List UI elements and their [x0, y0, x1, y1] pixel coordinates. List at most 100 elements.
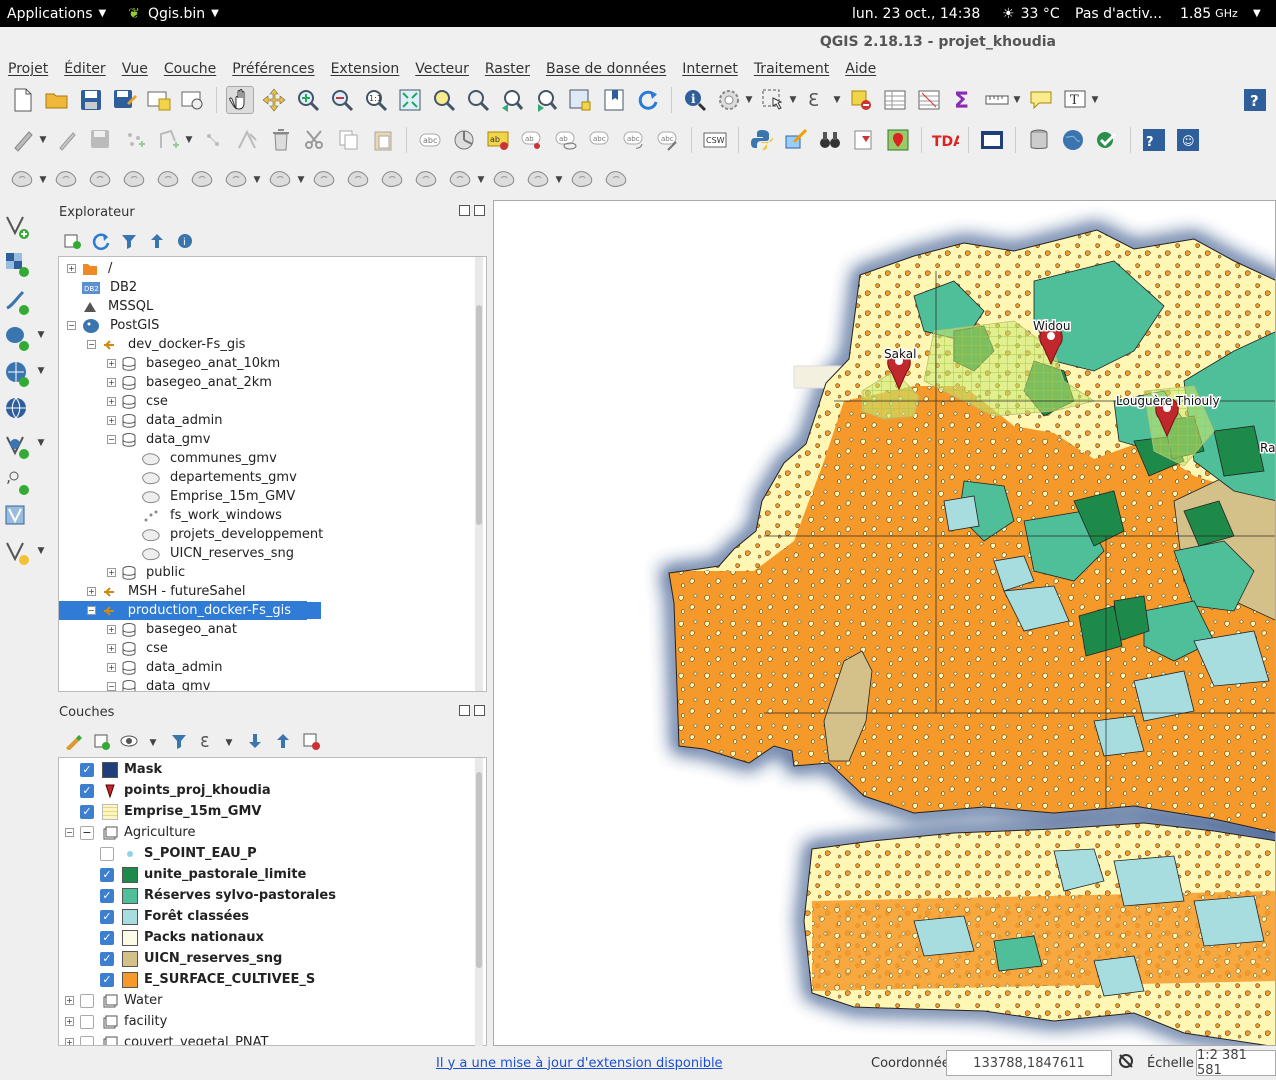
layer-item[interactable]: ✓ UICN_reserves_sng: [85, 949, 282, 968]
python-console-icon[interactable]: [748, 126, 776, 154]
chevron-down-icon[interactable]: ▼: [224, 738, 234, 748]
layer-item[interactable]: ✓ Réserves sylvo-pastorales: [85, 886, 336, 905]
explorer-item[interactable]: + public: [107, 563, 189, 582]
toggle-extents-icon[interactable]: [1117, 1052, 1135, 1074]
metasearch-icon[interactable]: ☺: [1174, 126, 1202, 154]
move-feature-icon[interactable]: [199, 126, 227, 154]
toggle-editing-icon[interactable]: [53, 126, 81, 154]
chevron-down-icon[interactable]: ▼: [38, 135, 48, 145]
layer-item[interactable]: + Water: [65, 991, 162, 1010]
copy-features-icon[interactable]: [335, 126, 363, 154]
add-wcs-layer-icon[interactable]: [4, 396, 30, 428]
layer-checkbox[interactable]: ✓: [100, 930, 114, 945]
explorer-item[interactable]: DB2 DB2: [67, 278, 141, 297]
chevron-down-icon[interactable]: ▼: [788, 95, 798, 105]
menu-vue[interactable]: Vue: [122, 61, 148, 77]
simplify-feature-icon[interactable]: [53, 166, 81, 194]
layer-item[interactable]: − − Agriculture: [65, 823, 196, 842]
diagram-options-icon[interactable]: [450, 126, 478, 154]
expand-icon[interactable]: +: [107, 378, 116, 387]
rotate-label-icon[interactable]: abc: [620, 126, 648, 154]
offset-curve-alt-icon[interactable]: [311, 166, 339, 194]
add-ring-icon[interactable]: [87, 166, 115, 194]
explorer-item[interactable]: projets_developpement: [127, 525, 327, 544]
layer-item[interactable]: ✓ E_SURFACE_CULTIVEE_S: [85, 970, 315, 989]
chevron-down-icon[interactable]: ▼: [296, 175, 306, 185]
menu-préférences[interactable]: Préférences: [232, 61, 314, 77]
save-project-icon[interactable]: [77, 86, 105, 114]
float-panel-icon[interactable]: [459, 205, 470, 216]
layer-checkbox[interactable]: ✓: [100, 972, 114, 987]
layer-checkbox[interactable]: [80, 993, 94, 1008]
explorer-item[interactable]: + cse: [107, 392, 172, 411]
spatial-bookmark-icon[interactable]: [850, 126, 878, 154]
rotate-feature-icon[interactable]: [525, 166, 553, 194]
explorer-scrollbar[interactable]: [475, 257, 483, 691]
csw-icon[interactable]: CSW: [701, 126, 729, 154]
expand-icon[interactable]: +: [65, 996, 74, 1005]
map-tips-icon[interactable]: [1027, 86, 1055, 114]
zoom-full-icon[interactable]: [396, 86, 424, 114]
explorer-item[interactable]: + basegeo_anat_2km: [107, 373, 276, 392]
paste-features-icon[interactable]: [369, 126, 397, 154]
layer-checkbox[interactable]: [100, 846, 114, 861]
collapse-icon[interactable]: −: [87, 606, 96, 615]
menu-couche[interactable]: Couche: [164, 61, 216, 77]
database-icon[interactable]: [1025, 126, 1053, 154]
add-point-icon[interactable]: [121, 126, 149, 154]
measure-line-icon[interactable]: [983, 86, 1011, 114]
info-icon[interactable]: i: [176, 232, 194, 254]
node-tool-icon[interactable]: [233, 126, 261, 154]
cut-features-icon[interactable]: [301, 126, 329, 154]
statistics-sigma-icon[interactable]: Σ: [949, 86, 977, 114]
chevron-down-icon[interactable]: ▼: [1090, 95, 1100, 105]
expand-icon[interactable]: +: [67, 264, 76, 273]
explorer-item[interactable]: − PostGIS: [67, 316, 163, 335]
delete-selected-icon[interactable]: [267, 126, 295, 154]
db-manager-window-icon[interactable]: [978, 126, 1006, 154]
zoom-last-icon[interactable]: [498, 86, 526, 114]
expand-icon[interactable]: +: [107, 359, 116, 368]
scale-field[interactable]: 1:2 381 581: [1196, 1048, 1276, 1078]
binoculars-icon[interactable]: [816, 126, 844, 154]
split-parts-icon[interactable]: [379, 166, 407, 194]
move-label-icon[interactable]: abc: [586, 126, 614, 154]
menu-projet[interactable]: Projet: [8, 61, 48, 77]
zoom-to-layer-icon[interactable]: [464, 86, 492, 114]
explorer-item[interactable]: − dev_docker-Fs_gis: [87, 335, 249, 354]
layer-checkbox[interactable]: ✓: [80, 762, 94, 777]
refresh-icon[interactable]: [92, 232, 110, 254]
chevron-down-icon[interactable]: ▼: [744, 95, 754, 105]
new-map-view-icon[interactable]: [566, 86, 594, 114]
zoom-native-resolution-icon[interactable]: 1:1: [362, 86, 390, 114]
menu-base-de-données[interactable]: Base de données: [546, 61, 666, 77]
collapse-icon[interactable]: −: [67, 321, 76, 330]
layer-item[interactable]: S_POINT_EAU_P: [85, 844, 257, 863]
explorer-item[interactable]: − data_gmv: [107, 677, 214, 691]
refresh-icon[interactable]: [634, 86, 662, 114]
explorer-item[interactable]: + /: [67, 259, 116, 278]
close-panel-icon[interactable]: [474, 705, 485, 716]
chevron-down-icon[interactable]: ▼: [1012, 95, 1022, 105]
filter-legend-icon[interactable]: [170, 732, 188, 754]
layer-item[interactable]: + facility: [65, 1012, 167, 1031]
collapse-all-icon[interactable]: [274, 732, 292, 754]
expand-icon[interactable]: +: [107, 397, 116, 406]
current-edits-icon[interactable]: [9, 126, 37, 154]
chevron-down-icon[interactable]: ▼: [36, 438, 46, 448]
expand-all-icon[interactable]: [246, 732, 264, 754]
explorer-item[interactable]: + data_admin: [107, 411, 227, 430]
layer-checkbox[interactable]: −: [80, 825, 94, 840]
layer-checkbox[interactable]: ✓: [80, 804, 94, 819]
chevron-down-icon[interactable]: ▼: [148, 738, 158, 748]
add-delimited-text-icon[interactable]: ,: [4, 467, 30, 500]
explorer-item[interactable]: + basegeo_anat: [107, 620, 241, 639]
digitize-curve-icon[interactable]: [569, 166, 597, 194]
applications-menu[interactable]: Applications ▼: [7, 6, 106, 22]
split-features-icon[interactable]: [345, 166, 373, 194]
layer-item[interactable]: + couvert_vegetal_PNAT: [65, 1033, 268, 1045]
tda-plugin-icon[interactable]: TDA: [931, 126, 959, 154]
collapse-icon[interactable]: −: [107, 435, 116, 444]
expand-icon[interactable]: +: [107, 625, 116, 634]
whats-this-icon[interactable]: ?: [1140, 126, 1168, 154]
